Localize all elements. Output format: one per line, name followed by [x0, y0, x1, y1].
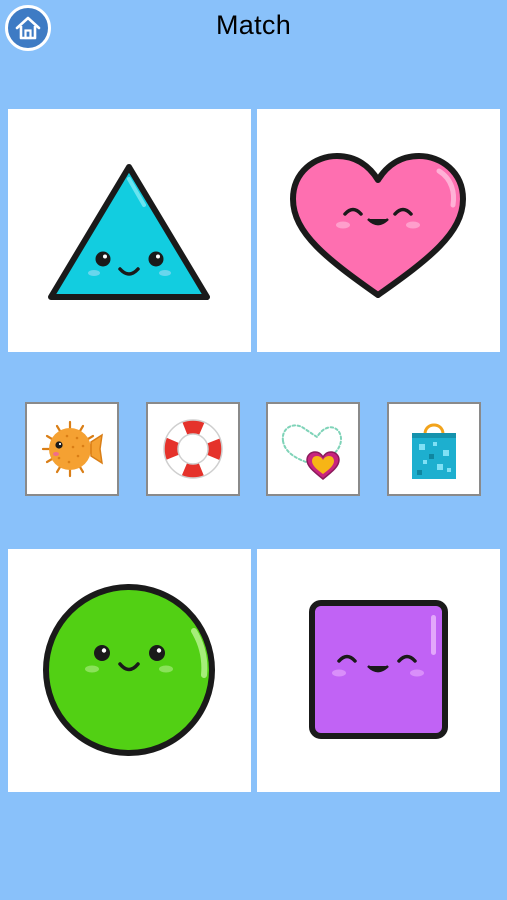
smiling-circle-icon	[43, 584, 215, 756]
triangle-card[interactable]	[8, 109, 251, 352]
square-card[interactable]	[257, 549, 500, 792]
smiling-triangle-icon	[48, 164, 210, 300]
shopping-bag-icon	[412, 423, 456, 479]
option-pufferfish[interactable]	[25, 402, 119, 496]
option-lifebuoy[interactable]	[146, 402, 240, 496]
heart-necklace-icon	[281, 424, 343, 480]
option-heart-necklace[interactable]	[266, 402, 360, 496]
page-title: Match	[215, 10, 292, 40]
heart-card[interactable]	[257, 109, 500, 352]
smiling-square-icon	[309, 600, 448, 739]
option-shopping-bag[interactable]	[387, 402, 481, 496]
smiling-heart-icon	[290, 153, 466, 298]
pufferfish-icon	[41, 420, 103, 478]
lifebuoy-icon	[163, 419, 223, 479]
circle-card[interactable]	[8, 549, 251, 792]
